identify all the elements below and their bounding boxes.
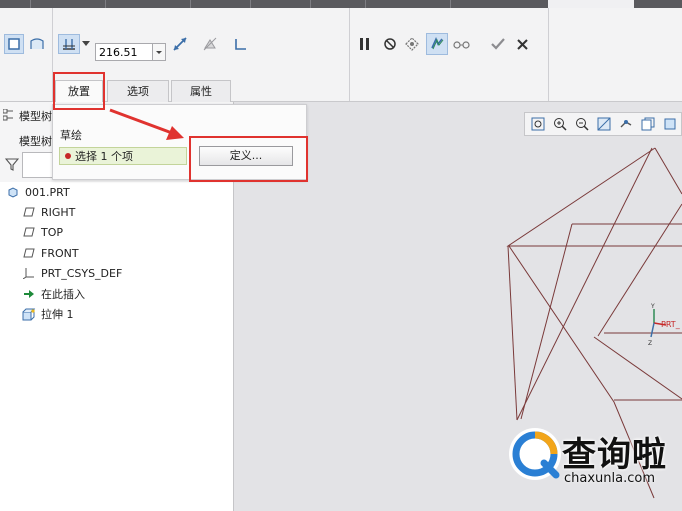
thicken-icon[interactable] xyxy=(231,34,251,54)
csys-icon xyxy=(22,266,36,280)
tree-item-front[interactable]: FRONT xyxy=(22,244,79,262)
tree-item-label: 001.PRT xyxy=(25,185,70,199)
depth-dropdown[interactable] xyxy=(153,43,166,61)
saved-views-icon[interactable] xyxy=(641,117,655,131)
verify-preview-icon[interactable] xyxy=(402,34,422,54)
sketch-collector[interactable]: 选择 1 个项 xyxy=(59,147,187,165)
ok-icon[interactable] xyxy=(488,34,508,54)
refit-icon[interactable] xyxy=(531,117,545,131)
model-tree-subtitle: 模型树 xyxy=(19,135,52,148)
pause-icon[interactable] xyxy=(355,34,375,54)
tree-item-label: FRONT xyxy=(41,246,79,260)
remove-material-icon[interactable] xyxy=(200,34,220,54)
model-tree-title: 模型树 xyxy=(19,110,52,123)
tree-item-csys[interactable]: PRT_CSYS_DEF xyxy=(22,264,122,282)
surface-icon[interactable] xyxy=(27,34,47,54)
tree-item-label: RIGHT xyxy=(41,205,76,219)
tree-item-top[interactable]: TOP xyxy=(22,223,63,241)
tree-item-insert-here[interactable]: 在此插入 xyxy=(22,285,85,303)
cancel-icon[interactable] xyxy=(512,34,532,54)
svg-text:Z: Z xyxy=(648,340,652,347)
status-dot-icon xyxy=(65,153,71,159)
depth-value-input[interactable] xyxy=(95,43,153,61)
csys-label: PRT_ xyxy=(661,320,680,329)
window-tab[interactable] xyxy=(450,0,526,8)
tree-item-label: 拉伸 1 xyxy=(41,308,74,321)
datum-plane-icon xyxy=(22,225,36,239)
tab-options[interactable]: 选项 xyxy=(107,80,169,102)
tree-item-part[interactable]: 001.PRT xyxy=(6,183,70,201)
tree-item-label: TOP xyxy=(41,225,64,239)
tree-item-right[interactable]: RIGHT xyxy=(22,203,75,221)
svg-text:Y: Y xyxy=(650,303,655,310)
flip-direction-icon[interactable] xyxy=(170,34,190,54)
watermark: 查询啦 chaxunla.com xyxy=(502,421,682,511)
insert-here-icon xyxy=(22,287,36,301)
tree-search-input[interactable] xyxy=(22,152,54,178)
tab-properties[interactable]: 属性 xyxy=(171,80,231,102)
tree-settings-icon[interactable] xyxy=(2,108,15,121)
window-tab[interactable] xyxy=(310,0,361,8)
window-tab[interactable] xyxy=(105,0,156,8)
zoom-out-icon[interactable] xyxy=(575,117,589,131)
datum-plane-icon xyxy=(22,205,36,219)
window-tab[interactable] xyxy=(190,0,241,8)
collector-text: 选择 1 个项 xyxy=(75,150,133,163)
tree-item-label: 在此插入 xyxy=(41,288,85,301)
sketch-label: 草绘 xyxy=(60,129,82,142)
window-tab[interactable] xyxy=(250,0,301,8)
datum-plane-icon xyxy=(22,246,36,260)
no-preview-icon[interactable] xyxy=(380,34,400,54)
highlight-placement-tab xyxy=(53,72,105,110)
repaint-icon[interactable] xyxy=(597,117,611,131)
solid-icon[interactable] xyxy=(4,34,24,54)
filter-icon[interactable] xyxy=(4,157,20,171)
blind-depth-icon[interactable] xyxy=(58,34,80,54)
window-tab-strip xyxy=(0,0,682,8)
watermark-logo-icon xyxy=(509,428,561,480)
annotation-arrow xyxy=(109,108,184,140)
tree-item-extrude[interactable]: 拉伸 1 xyxy=(22,305,74,323)
extrude-icon xyxy=(22,307,36,321)
window-tab-active[interactable] xyxy=(548,0,634,8)
dropdown-arrow-icon[interactable] xyxy=(80,36,92,52)
zoom-in-icon[interactable] xyxy=(553,117,567,131)
view-toolbar xyxy=(524,112,682,136)
window-tab[interactable] xyxy=(30,0,101,8)
display-style-icon[interactable] xyxy=(663,117,677,131)
part-icon xyxy=(6,185,20,199)
dynamic-preview-icon[interactable] xyxy=(426,33,448,55)
tree-item-label: PRT_CSYS_DEF xyxy=(41,266,123,280)
watermark-url: chaxunla.com xyxy=(564,471,655,486)
window-tab[interactable] xyxy=(365,0,441,8)
highlight-define-button xyxy=(189,136,308,182)
glasses-icon[interactable] xyxy=(452,34,472,54)
watermark-title: 查询啦 xyxy=(562,435,667,475)
orient-icon[interactable] xyxy=(619,117,633,131)
